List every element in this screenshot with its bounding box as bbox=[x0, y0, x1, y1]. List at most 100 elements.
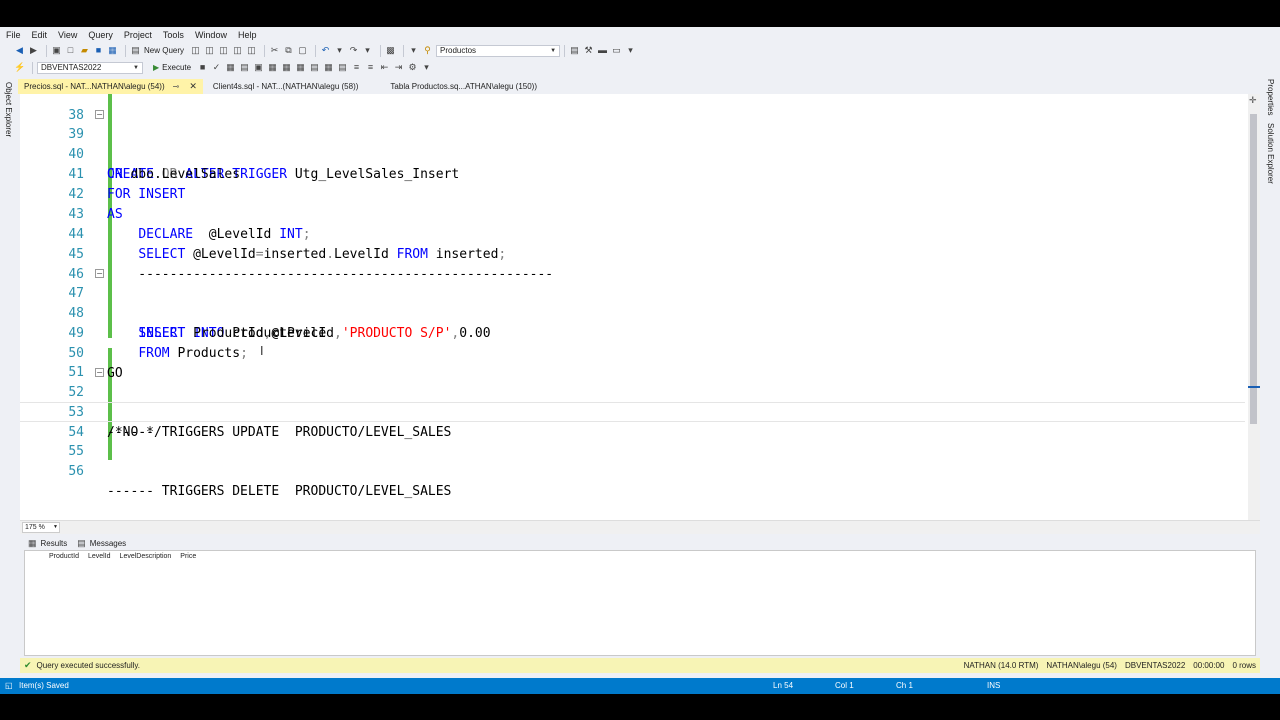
solution-configuration-combo[interactable]: Productos ▼ bbox=[436, 44, 561, 57]
menu-view[interactable]: View bbox=[58, 30, 77, 40]
object-explorer-icon[interactable]: ▤ bbox=[569, 45, 580, 56]
results-tab-strip: ▦ Results ▤ Messages bbox=[20, 536, 1260, 550]
save-all-icon[interactable]: ▦ bbox=[107, 45, 118, 56]
specify-values-icon[interactable]: ⚙ bbox=[407, 62, 418, 73]
menu-help[interactable]: Help bbox=[238, 30, 257, 40]
comment-icon[interactable]: ≡ bbox=[351, 62, 362, 73]
toolbar-separator bbox=[264, 44, 266, 57]
registered-servers-icon[interactable]: ▭ bbox=[611, 45, 622, 56]
undo-dropdown-icon[interactable]: ▾ bbox=[334, 45, 345, 56]
sql-editor[interactable]: 38 39 − CREATE OR ALTER TRIGGER Utg_Leve… bbox=[20, 94, 1260, 520]
zoom-combo[interactable]: 175 % ▼ bbox=[22, 522, 60, 533]
code-text: ------ TRIGGERS DELETE PRODUCTO/LEVEL_SA… bbox=[107, 484, 452, 499]
copy-icon[interactable]: ⧉ bbox=[283, 45, 294, 56]
back-icon[interactable]: ◀ bbox=[14, 45, 25, 56]
new-query-icon: ▤ bbox=[131, 45, 140, 55]
chevron-down-icon: ▼ bbox=[53, 524, 58, 530]
database-value: DBVENTAS2022 bbox=[41, 63, 102, 72]
object-explorer-tab[interactable]: Object Explorer bbox=[4, 82, 13, 137]
collapse-icon[interactable]: − bbox=[95, 110, 104, 119]
dax-query-icon[interactable]: ◫ bbox=[232, 45, 243, 56]
column-header[interactable]: LevelDescription bbox=[120, 553, 172, 560]
new-project-icon[interactable]: ▣ bbox=[51, 45, 62, 56]
messages-icon: ▤ bbox=[77, 537, 86, 548]
properties-tab[interactable]: Properties bbox=[1266, 79, 1275, 115]
save-icon[interactable]: ■ bbox=[93, 45, 104, 56]
tab-results[interactable]: ▦ Results bbox=[28, 538, 67, 549]
properties-icon[interactable]: ⚒ bbox=[583, 45, 594, 56]
column-header[interactable]: Price bbox=[180, 553, 196, 560]
pin-icon[interactable]: ⊸ bbox=[173, 82, 180, 91]
tab-label: Messages bbox=[89, 538, 127, 548]
mdx-query-icon[interactable]: ◫ bbox=[190, 45, 201, 56]
menu-edit[interactable]: Edit bbox=[32, 30, 48, 40]
code-line-46: 46 bbox=[20, 245, 1245, 282]
results-grid[interactable]: ProductId LevelId LevelDescription Price bbox=[24, 550, 1256, 656]
sqlcmd-icon[interactable]: ◫ bbox=[246, 45, 257, 56]
parse-icon[interactable]: ✓ bbox=[211, 62, 222, 73]
results-grid-icon[interactable]: ▦ bbox=[323, 62, 334, 73]
forward-icon[interactable]: ▶ bbox=[28, 45, 39, 56]
tab-messages[interactable]: ▤ Messages bbox=[77, 538, 126, 549]
scrollbar-thumb[interactable] bbox=[1250, 114, 1257, 424]
database-info: DBVENTAS2022 bbox=[1124, 661, 1186, 670]
menu-query[interactable]: Query bbox=[88, 30, 113, 40]
menu-project[interactable]: Project bbox=[124, 30, 152, 40]
editor-vertical-scrollbar[interactable]: ✛ bbox=[1248, 94, 1260, 520]
decrease-indent-icon[interactable]: ⇤ bbox=[379, 62, 390, 73]
elapsed-time: 00:00:00 bbox=[1193, 661, 1225, 670]
uncomment-icon[interactable]: ≡ bbox=[365, 62, 376, 73]
results-text-icon[interactable]: ▤ bbox=[309, 62, 320, 73]
tab-precios-sql[interactable]: Precios.sql - NAT...NATHAN\alegu (54)) ⊸… bbox=[18, 79, 203, 94]
execute-button[interactable]: ▶ Execute bbox=[153, 63, 191, 72]
toolbar-options-icon[interactable]: ▾ bbox=[421, 62, 432, 73]
menu-file[interactable]: File bbox=[6, 30, 21, 40]
collapse-icon[interactable]: − bbox=[95, 368, 104, 377]
new-query-button[interactable]: ▤ New Query bbox=[130, 45, 184, 56]
tab-tabla-productos[interactable]: Tabla Productos.sq...ATHAN\alegu (150)) bbox=[384, 79, 543, 94]
add-item-icon[interactable]: □ bbox=[65, 45, 76, 56]
xmla-query-icon[interactable]: ◫ bbox=[218, 45, 229, 56]
close-icon[interactable]: ✕ bbox=[189, 81, 197, 92]
cancel-query-icon[interactable]: ■ bbox=[197, 62, 208, 73]
code-line-50: 50 GO bbox=[20, 324, 1245, 381]
tab-client4s-sql[interactable]: Client4s.sql - NAT...(NATHAN\alegu (58)) bbox=[207, 79, 365, 94]
column-header[interactable]: ProductId bbox=[49, 553, 79, 560]
toolbar-separator bbox=[403, 44, 405, 57]
undo-icon[interactable]: ↶ bbox=[320, 45, 331, 56]
include-plan-icon[interactable]: ▦ bbox=[267, 62, 278, 73]
status-left-text: Item(s) Saved bbox=[19, 681, 69, 690]
client-stats-icon[interactable]: ▦ bbox=[295, 62, 306, 73]
results-file-icon[interactable]: ▤ bbox=[337, 62, 348, 73]
toolbox-icon[interactable]: ▬ bbox=[597, 45, 608, 56]
toolbar-separator bbox=[125, 44, 126, 57]
change-connection-icon[interactable]: ⚡ bbox=[14, 62, 25, 73]
code-line-39: 39 − CREATE OR ALTER TRIGGER Utg_LevelSa… bbox=[20, 105, 1245, 182]
live-stats-icon[interactable]: ▦ bbox=[281, 62, 292, 73]
activity-monitor-icon[interactable]: ▩ bbox=[385, 45, 396, 56]
database-combo[interactable]: DBVENTAS2022 ▼ bbox=[37, 61, 143, 74]
dmx-query-icon[interactable]: ◫ bbox=[204, 45, 215, 56]
toolbar-options-icon[interactable]: ▾ bbox=[625, 45, 636, 56]
split-icon[interactable]: ✛ bbox=[1249, 95, 1257, 106]
paste-icon[interactable]: ▢ bbox=[297, 45, 308, 56]
results-to-grid-icon[interactable]: ▣ bbox=[253, 62, 264, 73]
column-header[interactable]: LevelId bbox=[88, 553, 111, 560]
solution-explorer-tab[interactable]: Solution Explorer bbox=[1266, 123, 1275, 184]
menu-tools[interactable]: Tools bbox=[163, 30, 184, 40]
increase-indent-icon[interactable]: ⇥ bbox=[393, 62, 404, 73]
code-line-49: 49 FROM Products; bbox=[20, 304, 1245, 361]
collapse-icon[interactable]: − bbox=[95, 269, 104, 278]
solution-config-dropdown-icon[interactable]: ▾ bbox=[408, 45, 419, 56]
line-indicator: Ln 54 bbox=[773, 681, 794, 690]
find-in-files-icon[interactable]: ⚲ bbox=[422, 45, 433, 56]
query-designer-icon[interactable]: ▤ bbox=[239, 62, 250, 73]
code-line-43: 43 DECLARE @LevelId INT; bbox=[20, 185, 1245, 242]
redo-icon[interactable]: ↷ bbox=[348, 45, 359, 56]
execute-icon: ▶ bbox=[153, 63, 160, 72]
display-plan-icon[interactable]: ▦ bbox=[225, 62, 236, 73]
cut-icon[interactable]: ✂ bbox=[269, 45, 280, 56]
redo-dropdown-icon[interactable]: ▾ bbox=[362, 45, 373, 56]
menu-window[interactable]: Window bbox=[195, 30, 227, 40]
open-folder-icon[interactable]: ▰ bbox=[79, 45, 90, 56]
